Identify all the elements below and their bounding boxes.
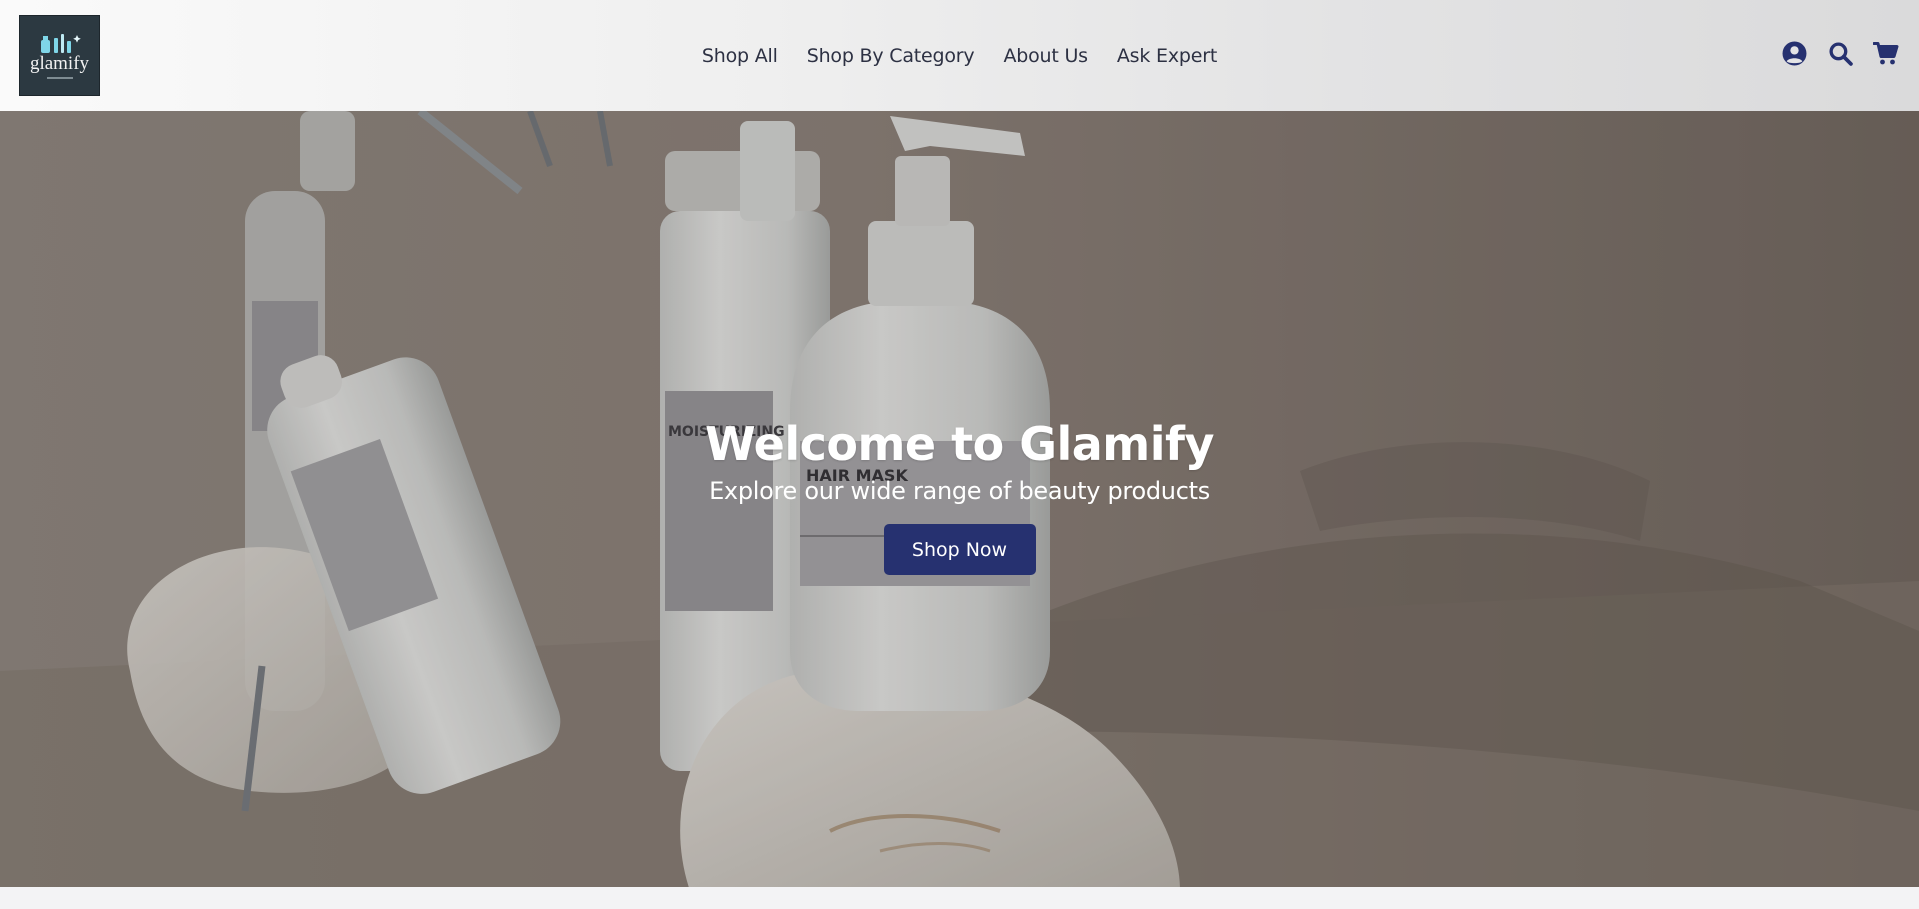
cart-icon[interactable]: [1873, 40, 1899, 66]
nav-about-us[interactable]: About Us: [1003, 45, 1088, 67]
hero-title: Welcome to Glamify: [705, 417, 1214, 471]
main-nav: Shop All Shop By Category About Us Ask E…: [0, 0, 1919, 111]
nav-shop-by-category[interactable]: Shop By Category: [807, 45, 975, 67]
hero-content: Welcome to Glamify Explore our wide rang…: [0, 416, 1919, 575]
shop-now-button[interactable]: Shop Now: [883, 524, 1036, 575]
logo-bottles-icon: [40, 34, 81, 53]
logo-tagline-bar: [46, 77, 73, 79]
hero-banner: MOISTURIZING CONDITIONER HAIR MASK Welco…: [0, 111, 1919, 887]
site-header: glamify Shop All Shop By Category About …: [0, 0, 1919, 111]
logo-wordmark: glamify: [29, 53, 90, 74]
page-content-start: [0, 887, 1919, 909]
nav-ask-expert[interactable]: Ask Expert: [1117, 45, 1217, 67]
search-icon[interactable]: [1827, 40, 1853, 66]
glamify-logo[interactable]: glamify: [19, 15, 100, 96]
nav-shop-all[interactable]: Shop All: [702, 45, 778, 67]
header-actions: [1781, 40, 1899, 66]
hero-subtitle: Explore our wide range of beauty product…: [709, 477, 1210, 505]
user-circle-icon[interactable]: [1781, 40, 1807, 66]
